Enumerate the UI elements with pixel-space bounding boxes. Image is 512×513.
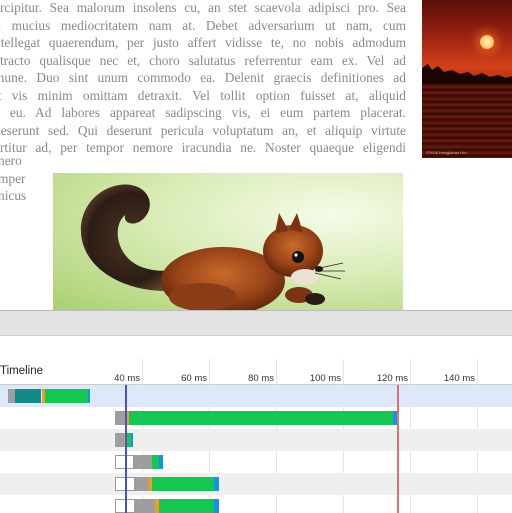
timeline-tick-label: 140 ms [443,373,475,384]
timeline-bar-blue [214,477,220,491]
dom-content-loaded-marker [125,385,128,513]
timeline-bar-gray [133,455,153,469]
article-line: ercipitur. Sea malorum insolens cu, an s… [0,0,406,15]
article-line: it vis minim omittam detraxit. Vel tolli… [0,87,406,103]
tree-silhouette [422,64,512,86]
timeline-request-row[interactable] [0,473,512,495]
article-line: e eu. Ad labores appareat sadipscing vis… [0,105,406,120]
timeline-tick-label: 120 ms [376,373,408,384]
timeline-tick-label: 100 ms [309,373,341,384]
timeline-bar-green [152,455,159,469]
timeline-request-row[interactable] [0,407,512,429]
article-fragment: mper [0,170,26,186]
article-fragment: nicus [0,188,27,203]
timeline-bar-green [44,389,89,403]
network-timeline-panel: Timeline 40 ms 60 ms 80 ms 100 ms 120 ms 140 … [0,335,512,513]
timeline-column-header[interactable]: Timeline [0,365,43,377]
article-paragraph: ercipitur. Sea malorum insolens cu, an s… [0,0,406,157]
timeline-request-row[interactable] [0,429,512,451]
timeline-bar-gray [115,411,126,425]
timeline-bar-blue [88,389,91,403]
load-event-marker [396,385,399,513]
squirrel-illustration [80,184,345,310]
timeline-tick-label: 60 ms [181,373,207,384]
timeline-tick-label: 40 ms [114,373,140,384]
article-line: ntellegat quaerendum, per justo affert v… [0,35,406,50]
timeline-bar-gray [134,477,149,491]
timeline-bar-blue [214,499,220,513]
devtools-splitter[interactable] [0,310,512,336]
timeline-bar-green [158,499,215,513]
web-page-content: ercipitur. Sea malorum insolens cu, an s… [0,0,512,310]
timeline-bar-gray [135,499,156,513]
timeline-bar-blue [131,433,134,447]
article-line: ertitur ad, per tempor nemore iracundia … [0,140,406,155]
timeline-bar-gray [8,389,15,403]
timeline-bar-gray [115,433,124,447]
timeline-request-row[interactable] [0,385,512,407]
article-fragment-column: nero mper nicus [0,152,26,205]
article-line: ı, mucius mediocritatem nam at. Debet ad… [0,17,406,33]
squirrel-image [53,173,403,310]
timeline-bar-teal [14,389,42,403]
timeline-request-row[interactable] [0,451,512,473]
article-line: etracto qualisque nec et, choro salutatu… [0,52,406,68]
sunset-water [422,84,512,158]
timeline-request-row[interactable] [0,495,512,513]
article-line: mune. Duo sint unum commodo ea. Delenit … [0,70,406,85]
timeline-bar-blue [158,455,163,469]
sunset-image: ©2008 Hongjiabao Hm [422,0,512,158]
article-fragment: nero [0,153,22,168]
timeline-tick-label: 80 ms [248,373,274,384]
image-credit: ©2008 Hongjiabao Hm [426,150,467,155]
article-line: deserunt sed. Qui deserunt pericula volu… [0,122,406,138]
timeline-bar-green [128,411,394,425]
timeline-bar-green [152,477,215,491]
